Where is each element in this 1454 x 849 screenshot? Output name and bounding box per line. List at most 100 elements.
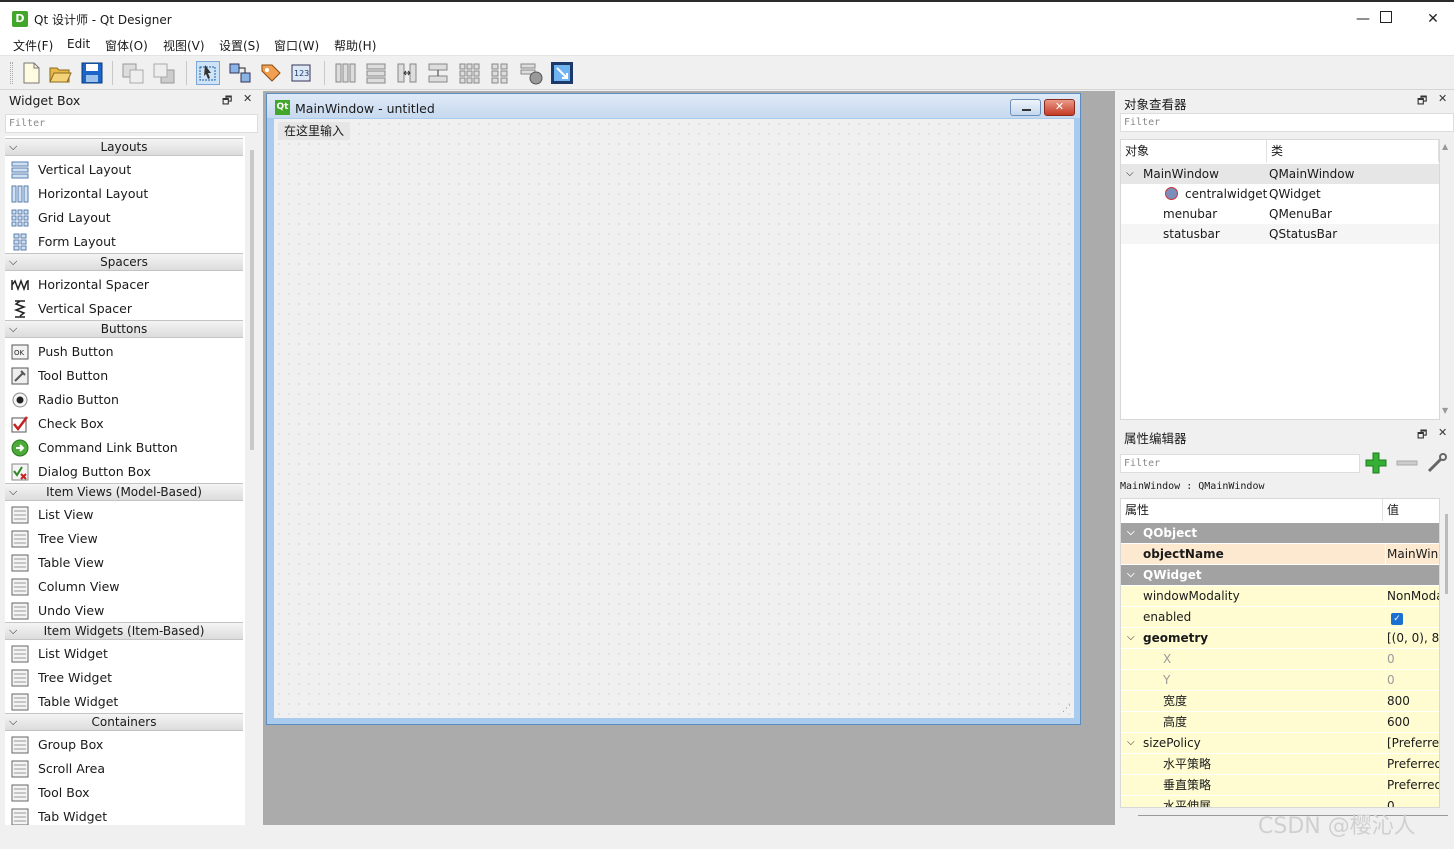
close-icon[interactable]: ✕	[1438, 426, 1447, 439]
property-scrollbar[interactable]	[1445, 514, 1448, 594]
widget-item[interactable]: Scroll Area	[5, 757, 243, 781]
float-icon[interactable]: 🗗	[1417, 92, 1427, 111]
break-layout-icon[interactable]	[519, 61, 543, 85]
layout-form-icon[interactable]	[488, 61, 512, 85]
chevron-down-icon[interactable]: ⌵	[1127, 628, 1135, 648]
checkbox-checked-icon[interactable]: ✓	[1391, 613, 1403, 625]
edit-widgets-icon[interactable]	[196, 61, 220, 85]
col-object-header[interactable]: 对象	[1121, 140, 1267, 162]
widget-item[interactable]: Form Layout	[5, 230, 243, 254]
property-value[interactable]: Preferred	[1385, 754, 1439, 774]
widget-item[interactable]: Vertical Layout	[5, 158, 243, 182]
property-filter-input[interactable]: Filter	[1120, 454, 1360, 473]
property-row[interactable]: ⌵ QWidget	[1121, 565, 1439, 586]
property-value[interactable]: MainWindow	[1385, 544, 1439, 564]
menu-file[interactable]: 文件(F)	[13, 37, 53, 54]
property-value[interactable]: [(0, 0), 800 x 600]	[1385, 628, 1439, 648]
widget-item[interactable]: Undo View	[5, 599, 243, 623]
chevron-down-icon[interactable]: ⌵	[9, 623, 17, 639]
form-close-button[interactable]: ✕	[1044, 99, 1075, 116]
menu-help[interactable]: 帮助(H)	[334, 37, 376, 54]
form-menu-placeholder[interactable]: 在这里输入	[278, 122, 351, 140]
widget-item[interactable]: Tree View	[5, 527, 243, 551]
scroll-up-icon[interactable]: ▲	[1442, 142, 1448, 151]
property-row[interactable]: enabled ✓	[1121, 607, 1439, 628]
configure-icon[interactable]	[1425, 451, 1449, 475]
size-grip-icon[interactable]: ⋰	[1062, 704, 1071, 714]
property-value[interactable]: 0	[1385, 649, 1439, 669]
category-header[interactable]: ⌵ Containers	[5, 713, 243, 731]
widget-item[interactable]: Command Link Button	[5, 436, 243, 460]
property-row[interactable]: ⌵ geometry [(0, 0), 800 x 600]	[1121, 628, 1439, 649]
bring-to-front-icon[interactable]	[152, 61, 176, 85]
float-icon[interactable]: 🗗	[222, 92, 232, 111]
category-header[interactable]: ⌵ Layouts	[5, 138, 243, 156]
chevron-down-icon[interactable]: ⌵	[9, 484, 17, 500]
chevron-down-icon[interactable]: ⌵	[9, 714, 17, 730]
tree-row[interactable]: statusbar QStatusBar	[1121, 224, 1439, 244]
layout-vertical-icon[interactable]	[364, 61, 388, 85]
edit-tab-order-icon[interactable]: 123	[290, 61, 314, 85]
chevron-down-icon[interactable]: ⌵	[9, 139, 17, 155]
col-value-header[interactable]: 值	[1383, 499, 1439, 521]
form-window[interactable]: Qt MainWindow - untitled ✕ 在这里输入 ⋰	[266, 93, 1081, 725]
layout-vertical-splitter-icon[interactable]	[426, 61, 450, 85]
close-button[interactable]: ✕	[1410, 4, 1454, 34]
property-value[interactable]: 600	[1385, 712, 1439, 732]
property-row[interactable]: 水平伸展 0	[1121, 796, 1439, 807]
widget-item[interactable]: List View	[5, 503, 243, 527]
chevron-down-icon[interactable]: ⌵	[1127, 733, 1135, 753]
widget-item[interactable]: OK Push Button	[5, 340, 243, 364]
layout-grid-icon[interactable]	[457, 61, 481, 85]
close-icon[interactable]: ✕	[243, 92, 252, 105]
property-row[interactable]: ⌵ sizePolicy [Preferred, Preferred, 0, 0]	[1121, 733, 1439, 754]
layout-horizontal-splitter-icon[interactable]	[395, 61, 419, 85]
property-row[interactable]: X0	[1121, 649, 1439, 670]
remove-dynamic-property-icon[interactable]	[1395, 451, 1419, 475]
widget-item[interactable]: Horizontal Layout	[5, 182, 243, 206]
property-value[interactable]: ✓	[1385, 607, 1439, 627]
widget-item[interactable]: Tree Widget	[5, 666, 243, 690]
chevron-down-icon[interactable]: ⌵	[1126, 164, 1134, 184]
category-header[interactable]: ⌵ Spacers	[5, 253, 243, 271]
add-dynamic-property-icon[interactable]	[1364, 451, 1388, 475]
form-canvas[interactable]: 在这里输入 ⋰	[274, 119, 1074, 718]
property-value[interactable]: 0	[1385, 670, 1439, 690]
tree-row[interactable]: centralwidget QWidget	[1121, 184, 1439, 204]
widget-item[interactable]: Dialog Button Box	[5, 460, 243, 484]
property-value[interactable]: NonModal	[1385, 586, 1439, 606]
menu-edit[interactable]: Edit	[67, 37, 90, 51]
menu-form[interactable]: 窗体(O)	[105, 37, 148, 54]
property-row[interactable]: objectName MainWindow	[1121, 544, 1439, 565]
chevron-down-icon[interactable]: ⌵	[1127, 565, 1135, 585]
widget-item[interactable]: Check Box	[5, 412, 243, 436]
category-header[interactable]: ⌵ Item Widgets (Item-Based)	[5, 622, 243, 640]
property-value[interactable]: 800	[1385, 691, 1439, 711]
chevron-down-icon[interactable]: ⌵	[1127, 523, 1135, 543]
property-row[interactable]: ⌵ QObject	[1121, 523, 1439, 544]
menu-window[interactable]: 窗口(W)	[274, 37, 319, 54]
toolbar-grip[interactable]	[10, 62, 13, 84]
property-row[interactable]: 宽度 800	[1121, 691, 1439, 712]
scroll-down-icon[interactable]: ▼	[1442, 406, 1448, 415]
property-row[interactable]: 高度 600	[1121, 712, 1439, 733]
property-row[interactable]: windowModality NonModal	[1121, 586, 1439, 607]
send-to-back-icon[interactable]	[121, 61, 145, 85]
chevron-down-icon[interactable]: ⌵	[9, 321, 17, 337]
property-value[interactable]: 0	[1385, 796, 1439, 807]
open-form-icon[interactable]	[48, 61, 72, 85]
new-form-icon[interactable]	[19, 61, 43, 85]
widget-item[interactable]: Table Widget	[5, 690, 243, 714]
menu-view[interactable]: 视图(V)	[163, 37, 205, 54]
close-icon[interactable]: ✕	[1438, 92, 1447, 105]
property-row[interactable]: Y0	[1121, 670, 1439, 691]
widget-box-scrollbar[interactable]	[250, 150, 254, 450]
edit-signals-slots-icon[interactable]	[228, 61, 252, 85]
col-property-header[interactable]: 属性	[1121, 499, 1383, 521]
chevron-down-icon[interactable]: ⌵	[9, 254, 17, 270]
layout-horizontal-icon[interactable]	[333, 61, 357, 85]
widget-item[interactable]: Vertical Spacer	[5, 297, 243, 321]
property-value[interactable]: Preferred	[1385, 775, 1439, 795]
widget-item[interactable]: Tool Box	[5, 781, 243, 805]
edit-buddies-icon[interactable]	[259, 61, 283, 85]
